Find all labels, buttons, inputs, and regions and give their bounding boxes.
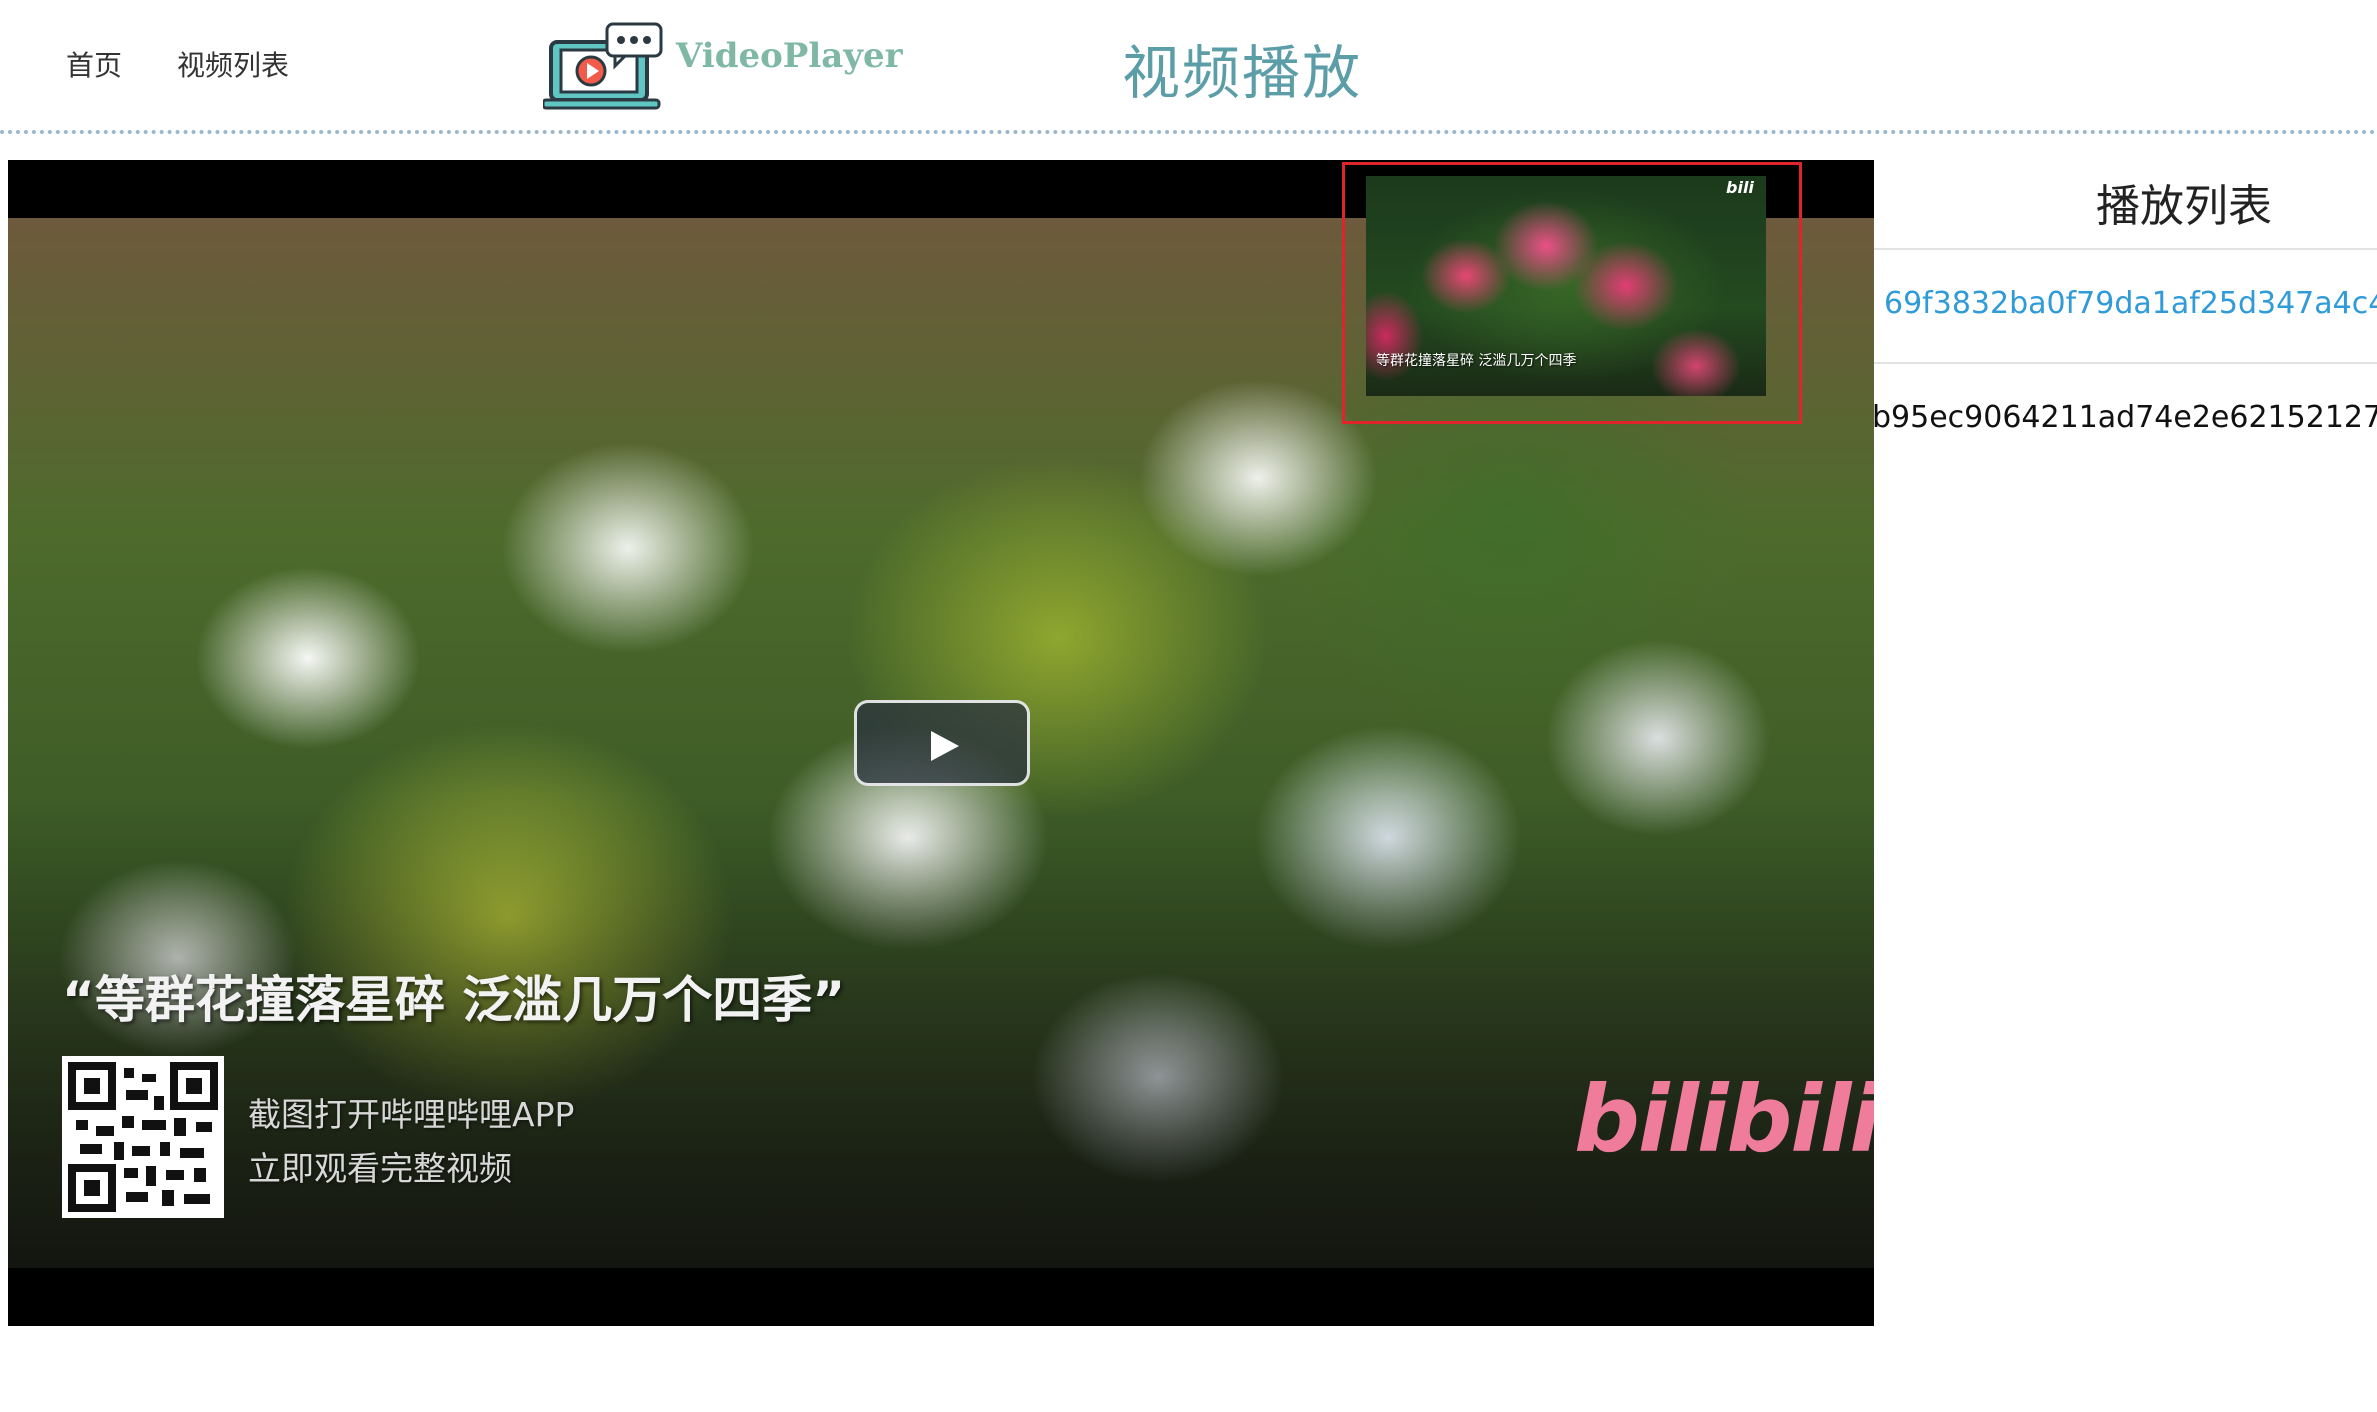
- playlist-title: 播放列表: [2096, 181, 2272, 232]
- video-quote-text: “等群花撞落星碎 泛滥几万个四季”: [62, 971, 846, 1029]
- playlist-item-active[interactable]: 69f3832ba0f79da1af25d347a4c439: [1884, 286, 2377, 321]
- nav-video-list-link[interactable]: 视频列表: [177, 44, 289, 84]
- playlist-divider: [1874, 362, 2377, 364]
- promo-line-1: 截图打开哔哩哔哩APP: [248, 1095, 575, 1134]
- promo-line-2: 立即观看完整视频: [248, 1149, 512, 1188]
- top-header: 首页 视频列表 VideoPlayer 视频播放: [0, 0, 2377, 134]
- thumbnail-highlight-frame: [1342, 162, 1802, 424]
- playlist-panel: 播放列表 69f3832ba0f79da1af25d347a4c439 b95e…: [1874, 160, 2377, 480]
- laptop-play-chat-icon: [541, 22, 667, 110]
- playlist-item[interactable]: b95ec9064211ad74e2e621521276e9: [1874, 400, 2377, 435]
- play-icon: [931, 731, 959, 761]
- promo-text: 截图打开哔哩哔哩APP 立即观看完整视频: [248, 1088, 574, 1196]
- nav-home-link[interactable]: 首页: [66, 44, 122, 84]
- logo-text[interactable]: VideoPlayer: [676, 36, 903, 76]
- qr-code-icon: [62, 1056, 224, 1218]
- play-button[interactable]: [854, 700, 1030, 786]
- playlist-divider: [1874, 248, 2377, 250]
- bilibili-watermark: bilibili: [1574, 1066, 1874, 1173]
- page-title: 视频播放: [1122, 39, 1363, 107]
